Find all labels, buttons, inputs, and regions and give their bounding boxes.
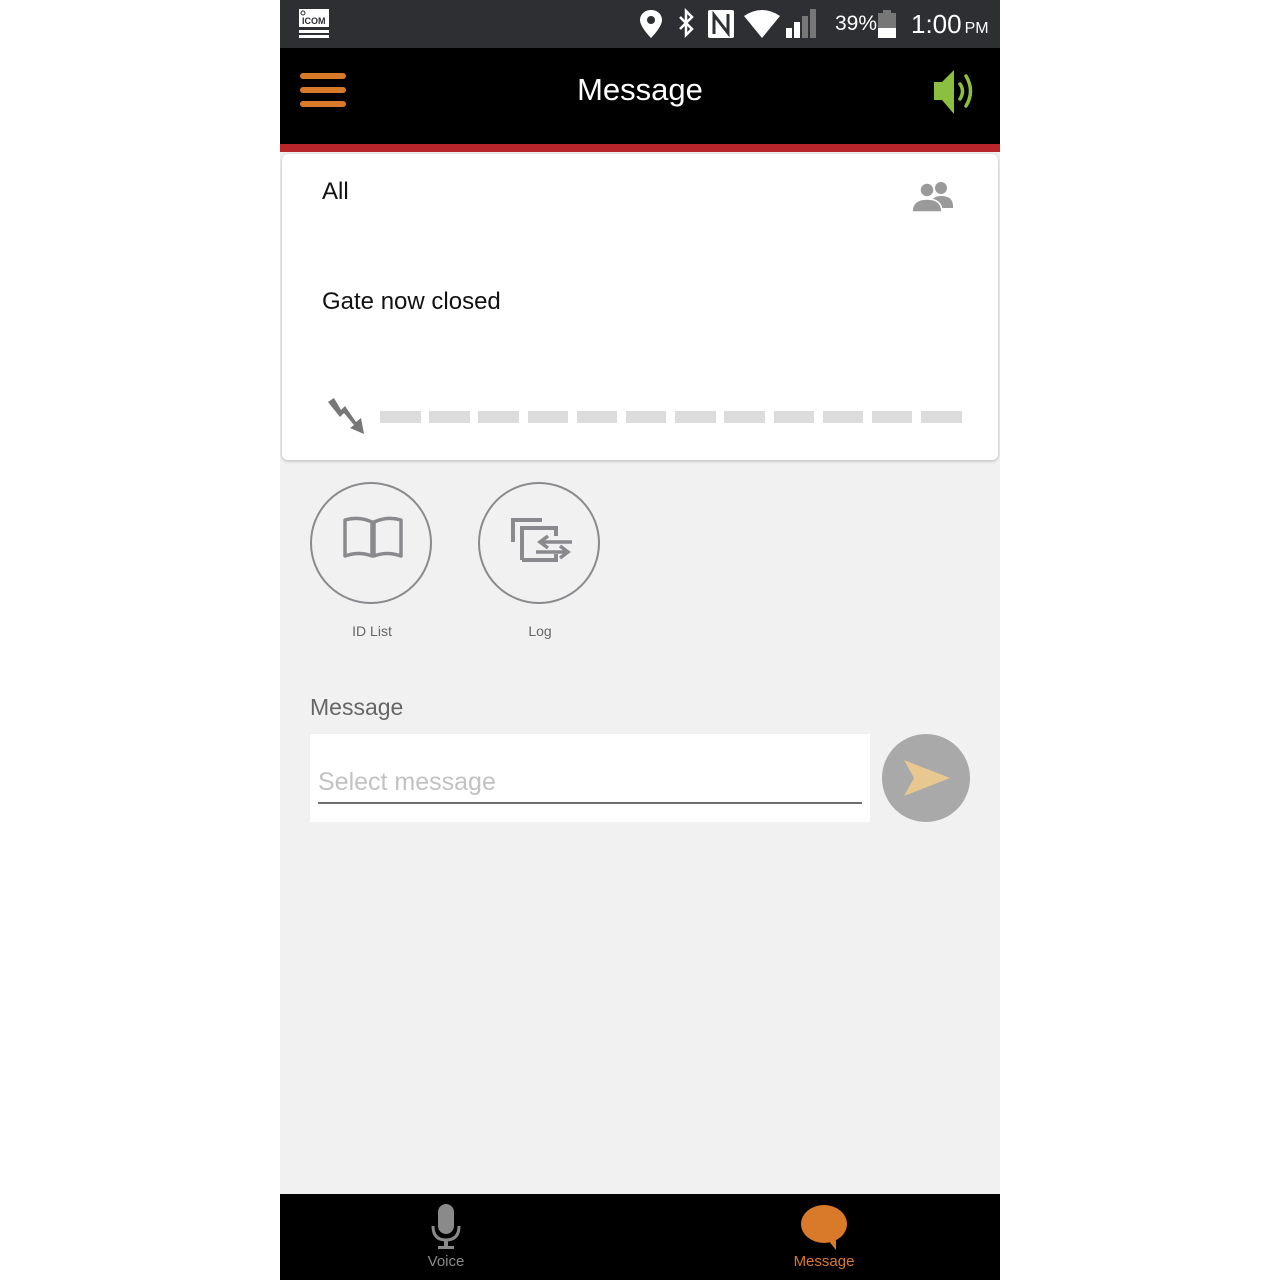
destination-label: All xyxy=(322,178,349,205)
signal-segment xyxy=(822,411,864,423)
signal-segment xyxy=(773,411,814,423)
send-icon xyxy=(904,760,950,796)
bluetooth-icon xyxy=(679,8,694,39)
signal-segment xyxy=(871,411,913,423)
message-section-label: Message xyxy=(310,694,404,720)
signal-segment xyxy=(625,411,667,423)
log-label: Log xyxy=(528,623,552,639)
log-transfer-icon xyxy=(511,518,572,562)
chat-bubble-icon xyxy=(801,1205,847,1250)
clock: 1:00 PM xyxy=(911,9,989,40)
signal-segment xyxy=(527,411,569,423)
phone-screen: ICOM 39% 1:00 PM Message All Gate now cl… xyxy=(280,0,1000,1280)
svg-text:ICOM: ICOM xyxy=(302,16,326,26)
battery-icon xyxy=(878,10,896,38)
battery-percent: 39% xyxy=(835,12,878,35)
header-accent-bar xyxy=(280,144,1000,152)
icom-logo-icon: ICOM xyxy=(299,9,329,38)
message-select-input[interactable] xyxy=(318,762,862,804)
signal-strength-meter xyxy=(380,411,962,423)
status-bar: ICOM 39% 1:00 PM xyxy=(280,0,1000,48)
signal-segment xyxy=(921,411,962,423)
page-title: Message xyxy=(577,72,703,107)
id-list-button[interactable] xyxy=(310,482,432,604)
nav-tab-voice[interactable]: Voice xyxy=(356,1194,536,1280)
received-message-text: Gate now closed xyxy=(322,288,501,315)
book-icon xyxy=(343,516,403,558)
signal-segment xyxy=(429,411,470,423)
received-message-card: All Gate now closed xyxy=(282,154,998,460)
send-button[interactable] xyxy=(882,734,970,822)
signal-segment xyxy=(675,411,716,423)
wifi-icon xyxy=(744,10,780,38)
group-icon xyxy=(911,182,953,212)
bottom-navigation: Voice Message xyxy=(280,1194,1000,1280)
signal-segment xyxy=(724,411,765,423)
lightning-arrow-icon xyxy=(328,398,364,434)
signal-segment xyxy=(576,411,618,423)
id-list-label: ID List xyxy=(352,623,392,639)
clock-time: 1:00 xyxy=(911,9,962,39)
nfc-icon xyxy=(708,10,734,38)
log-button[interactable] xyxy=(478,482,600,604)
signal-segment xyxy=(380,411,421,423)
clock-ampm: PM xyxy=(964,20,989,37)
microphone-icon xyxy=(431,1204,461,1249)
location-icon xyxy=(640,10,662,38)
signal-segment xyxy=(478,411,519,423)
message-select-field[interactable] xyxy=(310,734,870,822)
nav-tab-message[interactable]: Message xyxy=(734,1194,914,1280)
cell-signal-icon xyxy=(786,9,816,38)
nav-tab-voice-label: Voice xyxy=(427,1253,465,1270)
app-bar: Message xyxy=(280,48,1000,144)
speaker-on-icon[interactable] xyxy=(930,68,980,116)
nav-tab-message-label: Message xyxy=(793,1253,855,1270)
